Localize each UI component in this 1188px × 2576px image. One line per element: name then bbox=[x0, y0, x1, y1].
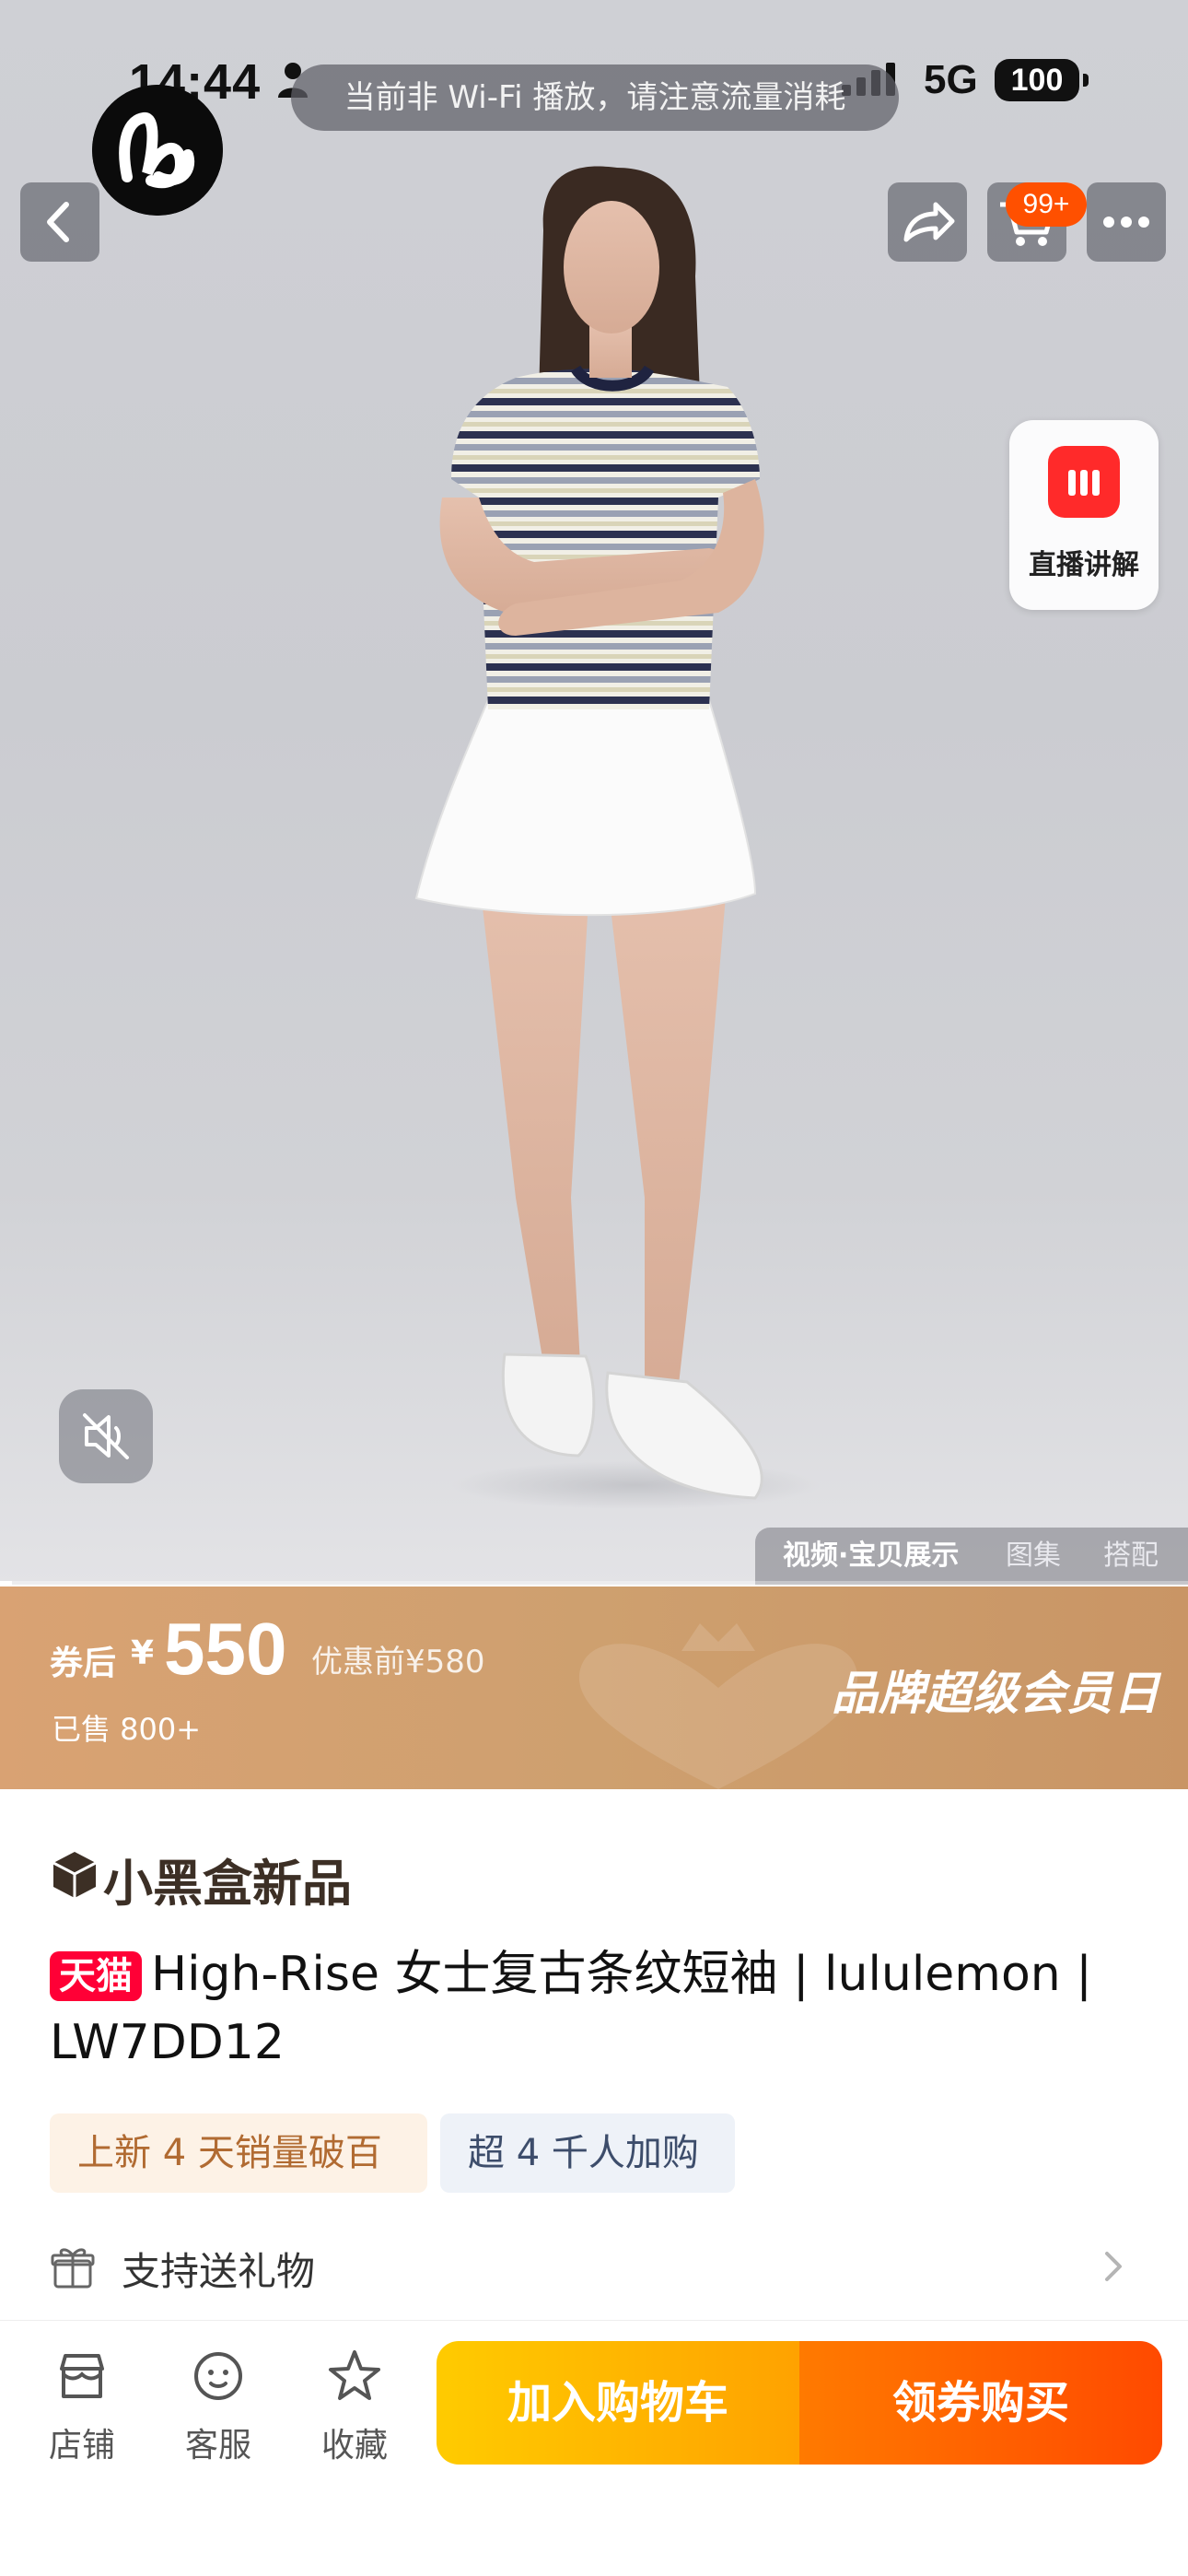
promo-label: 品牌超级会员日 bbox=[832, 1667, 1160, 1720]
price-banner: 券后 ¥ 550 优惠前¥580 已售 800+ 品牌超级会员日 bbox=[0, 1587, 1188, 1789]
add-to-cart-button[interactable]: 加入购物车 bbox=[437, 2341, 799, 2465]
more-icon bbox=[1103, 217, 1149, 228]
collection-label: 小黑盒新品 bbox=[103, 1855, 352, 1913]
lululemon-logo[interactable] bbox=[92, 85, 223, 216]
cellular-data-toast: 当前非 Wi-Fi 播放，请注意流量消耗 bbox=[291, 64, 899, 131]
tab-outfit[interactable]: 搭配 bbox=[1103, 1528, 1159, 1585]
live-explanation-button[interactable]: 直播讲解 bbox=[1009, 420, 1159, 610]
tag-new-sales: 上新 4 天销量破百 bbox=[50, 2113, 427, 2193]
favorite-button[interactable]: 收藏 bbox=[304, 2347, 405, 2466]
media-tab-bar: 视频·宝贝展示 图集 搭配 bbox=[755, 1528, 1188, 1585]
back-arrow-icon bbox=[47, 202, 69, 242]
gift-support-row[interactable]: 支持送礼物 bbox=[50, 2237, 1146, 2296]
tmall-badge: 天猫 bbox=[50, 1951, 142, 2001]
network-type: 5G bbox=[924, 57, 978, 102]
service-icon bbox=[194, 2352, 242, 2400]
product-title: 天猫 High-Rise 女士复古条纹短袖 | lululemon | LW7DD… bbox=[50, 1940, 1146, 2077]
battery-indicator: 100 bbox=[995, 59, 1089, 101]
shop-label: 店铺 bbox=[48, 2427, 115, 2465]
chevron-right-icon bbox=[1105, 2252, 1122, 2281]
sold-count: 已售 800+ bbox=[52, 1712, 202, 1747]
star-icon bbox=[329, 2350, 380, 2400]
gift-label: 支持送礼物 bbox=[122, 2249, 316, 2294]
shop-button[interactable]: 店铺 bbox=[31, 2347, 133, 2466]
tab-gallery[interactable]: 图集 bbox=[1006, 1528, 1061, 1585]
current-price: 550 bbox=[164, 1608, 287, 1690]
video-progress-bar[interactable] bbox=[0, 1581, 1188, 1585]
product-media[interactable]: 14:44 5G 100 当前非 Wi-Fi 播放，请注意流量消耗 99+ 直播… bbox=[0, 0, 1188, 1585]
mute-icon bbox=[83, 1413, 129, 1459]
more-button[interactable] bbox=[1087, 182, 1166, 262]
live-bars-icon bbox=[1048, 446, 1120, 518]
favorite-label: 收藏 bbox=[320, 2427, 388, 2465]
cube-icon bbox=[52, 1852, 97, 1898]
coupon-price-label: 券后 bbox=[50, 1645, 117, 1682]
live-label: 直播讲解 bbox=[1029, 549, 1139, 581]
shop-icon bbox=[60, 2354, 104, 2398]
bottom-action-bar: 店铺 客服 收藏 加入购物车 领券购买 bbox=[0, 2320, 1188, 2576]
service-label: 客服 bbox=[184, 2427, 251, 2465]
original-price: 优惠前¥580 bbox=[311, 1644, 485, 1680]
customer-service-button[interactable]: 客服 bbox=[168, 2347, 269, 2466]
gift-icon bbox=[51, 2248, 95, 2289]
video-progress-fill bbox=[0, 1581, 12, 1585]
currency-symbol: ¥ bbox=[131, 1634, 155, 1672]
back-button[interactable] bbox=[20, 182, 99, 262]
tab-video[interactable]: 视频·宝贝展示 bbox=[783, 1528, 959, 1585]
share-button[interactable] bbox=[888, 182, 967, 262]
mute-button[interactable] bbox=[59, 1389, 153, 1483]
product-title-text: High-Rise 女士复古条纹短袖 | lululemon | LW7DD12 bbox=[50, 1947, 1092, 2070]
tag-cart-adds: 超 4 千人加购 bbox=[440, 2113, 735, 2193]
share-icon bbox=[903, 202, 955, 242]
buy-now-button[interactable]: 领券购买 bbox=[799, 2341, 1162, 2465]
cart-count-badge: 99+ bbox=[1006, 182, 1087, 227]
